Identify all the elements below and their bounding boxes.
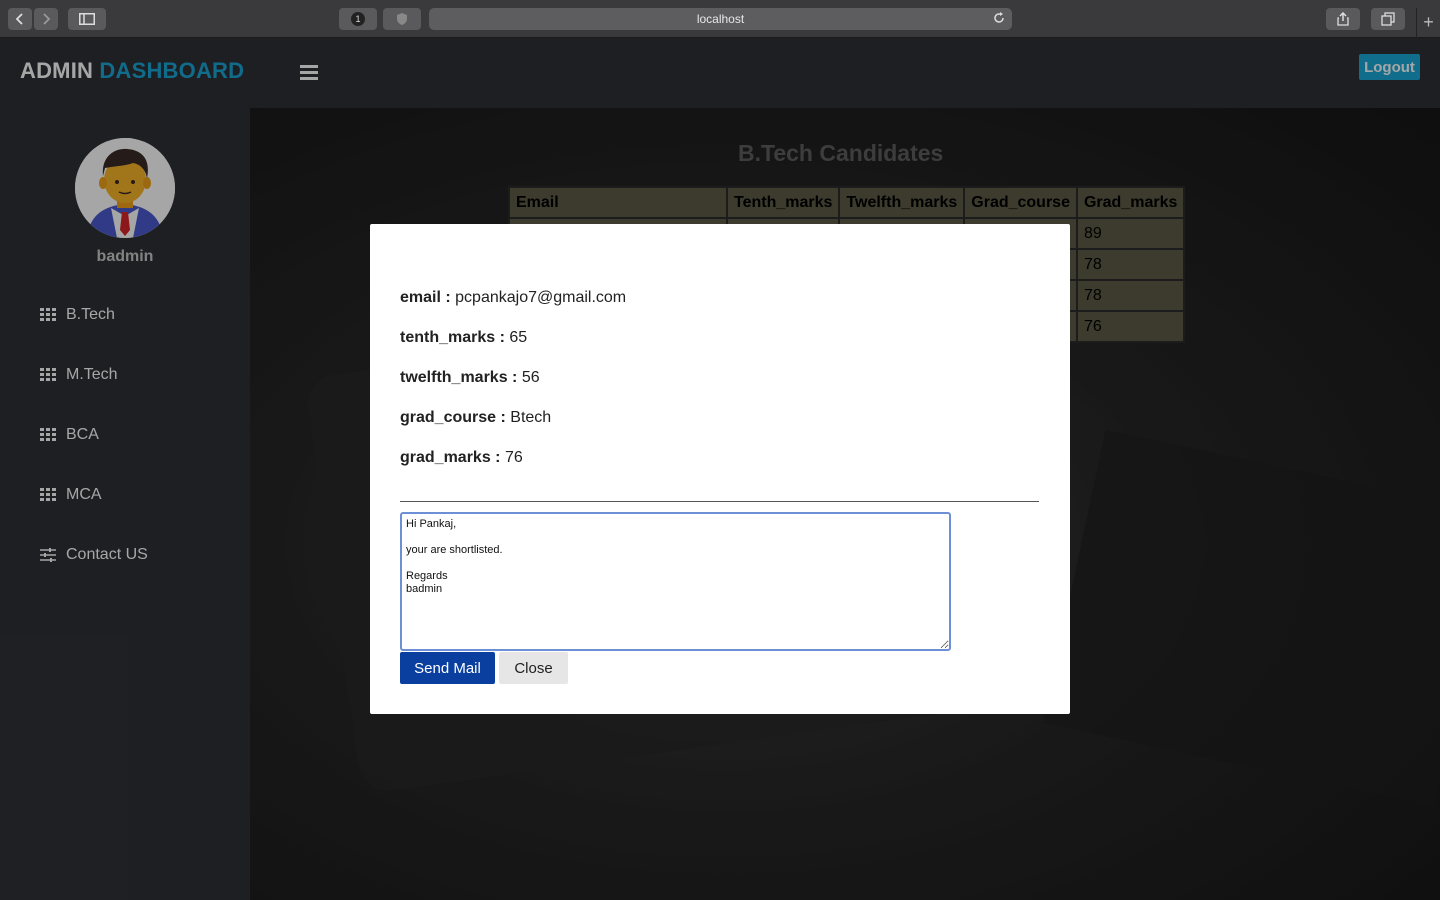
email-detail: email : pcpankajo7@gmail.com [400, 289, 626, 307]
sidebar-toggle-icon[interactable] [68, 8, 106, 30]
back-icon[interactable] [8, 8, 32, 30]
grad-marks-detail: grad_marks : 76 [400, 449, 523, 467]
tenth-marks-detail: tenth_marks : 65 [400, 329, 527, 347]
address-bar[interactable]: localhost [429, 8, 1012, 30]
close-button[interactable]: Close [499, 652, 568, 684]
share-icon[interactable] [1326, 8, 1360, 30]
url-text: localhost [696, 12, 745, 26]
field-label: grad_marks : [400, 449, 501, 466]
forward-icon[interactable] [34, 8, 58, 30]
candidate-modal: email : pcpankajo7@gmail.com tenth_marks… [370, 224, 1070, 714]
field-value: 56 [521, 369, 540, 386]
extension-badge-icon[interactable]: 1 [339, 8, 377, 30]
field-label: twelfth_marks : [400, 369, 518, 386]
browser-toolbar: 1 localhost + [0, 0, 1440, 38]
send-mail-button[interactable]: Send Mail [400, 652, 495, 684]
privacy-shield-icon[interactable] [383, 8, 421, 30]
tabs-overview-icon[interactable] [1371, 8, 1405, 30]
grad-course-detail: grad_course : Btech [400, 409, 551, 427]
field-label: email : [400, 289, 451, 306]
divider [400, 501, 1039, 502]
reload-icon[interactable] [992, 11, 1006, 28]
field-label: grad_course : [400, 409, 506, 426]
field-value: pcpankajo7@gmail.com [455, 289, 627, 306]
field-value: Btech [510, 409, 552, 426]
mail-message-textarea[interactable]: Hi Pankaj, your are shortlisted. Regards… [400, 512, 951, 651]
extension-badge: 1 [351, 12, 365, 26]
twelfth-marks-detail: twelfth_marks : 56 [400, 369, 540, 387]
field-label: tenth_marks : [400, 329, 505, 346]
new-tab-icon[interactable]: + [1416, 8, 1440, 38]
field-value: 76 [504, 449, 523, 466]
field-value: 65 [509, 329, 528, 346]
